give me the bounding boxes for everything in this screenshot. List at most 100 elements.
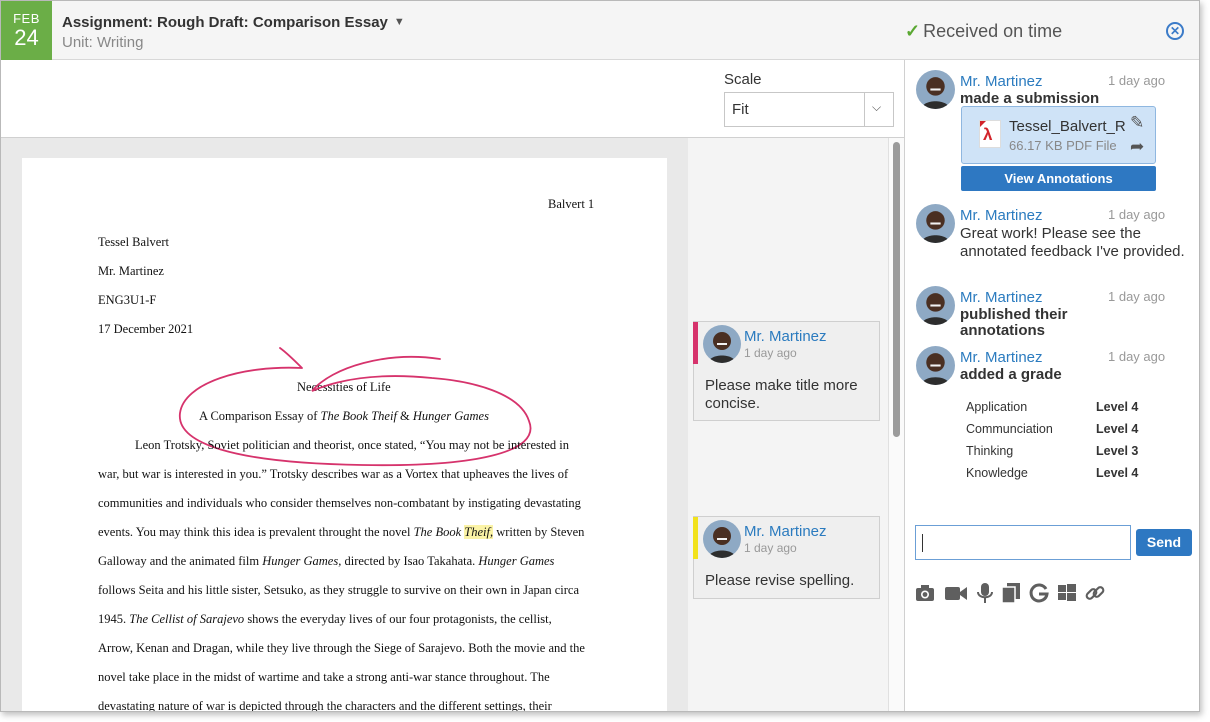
activity-author[interactable]: Mr. Martinez [960, 73, 1043, 90]
due-day: 24 [14, 25, 39, 50]
essay-line: Leon Trotsky, Soviet politician and theo… [135, 438, 569, 452]
due-month: FEB [13, 11, 40, 26]
share-icon[interactable]: ➦ [1130, 137, 1144, 157]
grade-category: Knowledge [966, 466, 1028, 480]
essay-line: Galloway and the animated film Hunger Ga… [98, 554, 555, 568]
submission-file[interactable]: λ Tessel_Balvert_R 66.17 KB PDF File ✎ ➦ [961, 106, 1156, 164]
avatar-image [916, 70, 955, 109]
select-divider [864, 93, 865, 126]
assignment-title[interactable]: Assignment: Rough Draft: Comparison Essa… [62, 14, 405, 31]
viewer-toolbar: Scale Fit ⌵ [1, 60, 904, 138]
submission-status: ✓ Received on time [905, 21, 1062, 42]
scale-value: Fit [732, 101, 749, 118]
avatar [703, 325, 741, 363]
scale-select[interactable]: Fit ⌵ [724, 92, 894, 127]
documents-icon[interactable] [1000, 582, 1022, 604]
essay-line: events. You may think this idea is preva… [98, 525, 585, 539]
comment-time: 1 day ago [744, 346, 797, 360]
teacher-line: Mr. Martinez [98, 264, 164, 278]
file-name: Tessel_Balvert_R [1009, 118, 1126, 135]
page-number-header: Balvert 1 [548, 197, 595, 211]
due-date-badge: FEB 24 [1, 1, 52, 60]
document-viewer: Balvert 1 Tessel Balvert Mr. Martinez EN… [1, 138, 904, 712]
activity-time: 1 day ago [1108, 289, 1166, 304]
grade-category: Application [966, 400, 1028, 414]
reply-input[interactable] [915, 525, 1131, 560]
author-line: Tessel Balvert [98, 235, 169, 249]
link-icon[interactable] [1084, 582, 1106, 604]
windows-icon[interactable] [1056, 582, 1078, 604]
avatar-image [703, 520, 741, 558]
activity-time: 1 day ago [1108, 73, 1166, 88]
ink-annotation-circle[interactable] [172, 343, 552, 473]
essay-line: war, but war is interested in you.” Trot… [98, 467, 569, 481]
essay-line: devastating nature of war is depicted th… [98, 699, 552, 712]
avatar-image [703, 325, 741, 363]
essay-line: follows Seita and his little sister, Set… [98, 583, 580, 597]
pencil-icon[interactable]: ✎ [1130, 113, 1144, 133]
video-icon[interactable] [944, 582, 967, 604]
avatar [916, 204, 955, 243]
activity-time: 1 day ago [1108, 207, 1166, 222]
chevron-down-icon: ⌵ [872, 100, 882, 114]
app-window: FEB 24 Assignment: Rough Draft: Comparis… [0, 0, 1200, 712]
avatar-image [916, 204, 955, 243]
grade-category: Communciation [966, 422, 1053, 436]
activity-author[interactable]: Mr. Martinez [960, 207, 1043, 224]
activity-time: 1 day ago [1108, 349, 1166, 364]
activity-action: made a submission [960, 90, 1100, 107]
activity-action: published their annotations [960, 306, 1068, 339]
annotation-comment-card[interactable]: Mr. Martinez 1 day ago Please revise spe… [693, 516, 880, 599]
grade-level: Level 4 [1096, 422, 1139, 436]
activity-author[interactable]: Mr. Martinez [960, 349, 1043, 366]
document-scrollbar[interactable] [888, 138, 904, 711]
comment-time: 1 day ago [744, 541, 797, 555]
avatar [916, 286, 955, 325]
close-icon[interactable]: ✕ [1166, 22, 1184, 40]
activity-panel: Mr. Martinez 1 day ago made a submission… [904, 60, 1199, 711]
date-line: 17 December 2021 [98, 322, 194, 336]
essay-line: Arrow, Kenan and Dragan, while they live… [98, 641, 585, 655]
avatar-image [916, 286, 955, 325]
annotation-comment-card[interactable]: Mr. Martinez 1 day ago Please make title… [693, 321, 880, 421]
essay-line: novel take place in the midst of wartime… [98, 670, 550, 684]
highlight-annotation[interactable]: Theif, [464, 525, 494, 539]
check-icon: ✓ [905, 21, 921, 41]
comment-color-marker [693, 322, 698, 364]
microphone-icon[interactable] [974, 582, 996, 604]
view-annotations-button[interactable]: View Annotations [961, 166, 1156, 191]
grade-level: Level 4 [1096, 466, 1139, 480]
document-page: Balvert 1 Tessel Balvert Mr. Martinez EN… [22, 158, 667, 712]
avatar-image [916, 346, 955, 385]
status-text: Received on time [923, 21, 1063, 41]
comment-text: Please make title more concise. [705, 377, 858, 412]
pdf-file-icon: λ [979, 120, 1001, 148]
essay-line: communities and individuals who consider… [98, 496, 581, 510]
google-icon[interactable] [1028, 582, 1050, 604]
essay-line: 1945. The Cellist of Sarajevo shows the … [98, 612, 552, 626]
scale-label: Scale [724, 71, 762, 88]
grade-category: Thinking [966, 444, 1014, 458]
scroll-thumb[interactable] [893, 142, 900, 437]
course-line: ENG3U1-F [98, 293, 157, 307]
unit-label: Unit: Writing [62, 34, 144, 51]
comment-color-marker [693, 517, 698, 559]
send-button[interactable]: Send [1136, 529, 1192, 556]
assignment-title-text: Assignment: Rough Draft: Comparison Essa… [62, 14, 388, 31]
avatar [916, 70, 955, 109]
comment-author[interactable]: Mr. Martinez [744, 523, 827, 540]
grade-level: Level 4 [1096, 400, 1139, 414]
comment-author[interactable]: Mr. Martinez [744, 328, 827, 345]
camera-icon[interactable] [914, 582, 936, 604]
activity-action: added a grade [960, 366, 1062, 383]
text-cursor [922, 534, 923, 552]
activity-author[interactable]: Mr. Martinez [960, 289, 1043, 306]
avatar [703, 520, 741, 558]
avatar [916, 346, 955, 385]
chevron-down-icon[interactable]: ▼ [394, 16, 405, 28]
comment-text: Please revise spelling. [705, 572, 855, 589]
file-meta: 66.17 KB PDF File [1009, 138, 1117, 153]
activity-message: Great work! Please see the annotated fee… [960, 225, 1185, 260]
header: FEB 24 Assignment: Rough Draft: Comparis… [1, 1, 1199, 60]
annotation-comment-column [688, 138, 888, 711]
